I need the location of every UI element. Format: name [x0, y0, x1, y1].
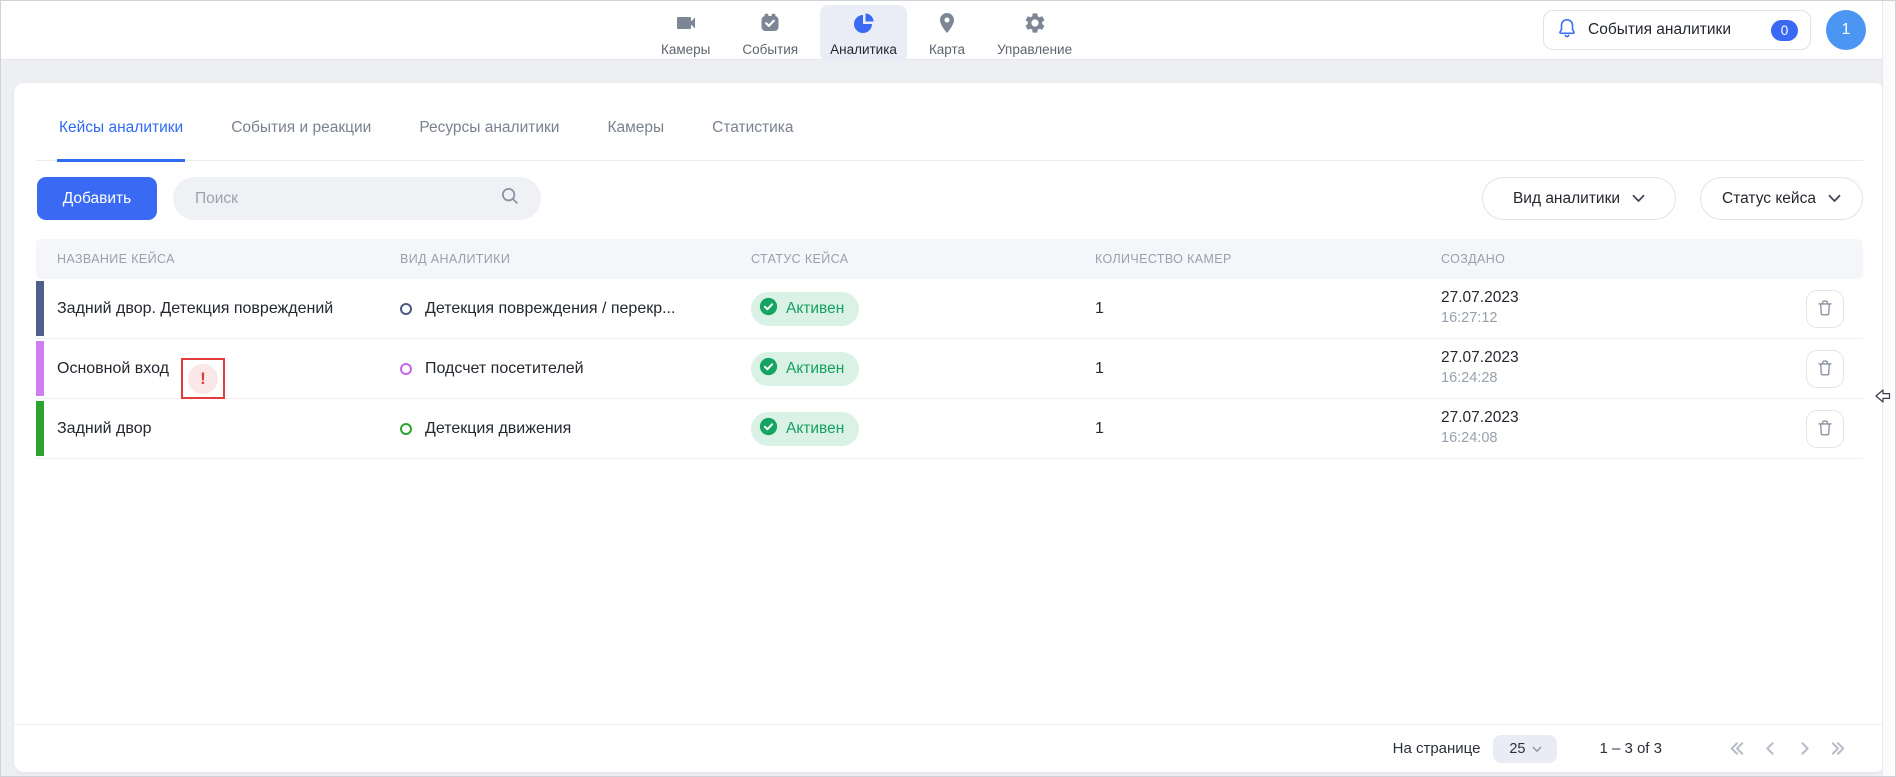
per-page-label: На странице	[1393, 740, 1481, 757]
table-row[interactable]: Задний двор. Детекция повреждений Детекц…	[36, 279, 1863, 339]
tab-statistics[interactable]: Статистика	[710, 109, 795, 162]
created-time: 16:24:08	[1441, 430, 1519, 446]
nav-label: Управление	[997, 42, 1072, 57]
alert-highlight-box: !	[181, 358, 225, 399]
tab-analytics-resources[interactable]: Ресурсы аналитики	[417, 109, 561, 162]
bell-icon	[1556, 17, 1578, 44]
trash-icon	[1814, 357, 1836, 382]
nav-item-events[interactable]: События	[732, 5, 808, 62]
prev-page-button[interactable]	[1758, 736, 1783, 761]
created-date: 27.07.2023	[1441, 409, 1519, 427]
analytics-type: Детекция движения	[425, 420, 571, 438]
nav-label: Карта	[929, 42, 965, 57]
pagination-controls	[1724, 736, 1851, 761]
events-button-label: События аналитики	[1588, 21, 1731, 39]
cursor-icon	[1875, 389, 1891, 408]
case-name: Задний двор. Детекция повреждений	[57, 300, 333, 318]
first-page-button[interactable]	[1724, 736, 1749, 761]
chevron-down-icon	[1632, 190, 1645, 208]
case-color-bar	[36, 281, 44, 336]
created-time: 16:24:28	[1441, 370, 1519, 386]
column-header-created: СОЗДАНО	[1441, 252, 1505, 266]
status-badge: Активен	[751, 292, 859, 326]
created-cell: 27.07.2023 16:24:28	[1441, 349, 1519, 386]
camera-icon	[674, 11, 698, 40]
next-page-button[interactable]	[1792, 736, 1817, 761]
analytics-type-dot	[400, 423, 412, 435]
tab-events-reactions[interactable]: События и реакции	[229, 109, 373, 162]
created-date: 27.07.2023	[1441, 289, 1519, 307]
tab-bar: Кейсы аналитики События и реакции Ресурс…	[36, 109, 1863, 161]
nav-label: Камеры	[661, 42, 710, 57]
map-pin-icon	[935, 11, 959, 40]
table-header: НАЗВАНИЕ КЕЙСА ВИД АНАЛИТИКИ СТАТУС КЕЙС…	[36, 239, 1863, 279]
chevron-down-icon	[1828, 190, 1841, 208]
last-page-button[interactable]	[1826, 736, 1851, 761]
status-badge: Активен	[751, 412, 859, 446]
analytics-type-filter[interactable]: Вид аналитики	[1482, 177, 1676, 220]
created-date: 27.07.2023	[1441, 349, 1519, 367]
case-status-filter[interactable]: Статус кейса	[1700, 177, 1863, 220]
events-icon	[758, 11, 782, 40]
status-badge: Активен	[751, 352, 859, 386]
camera-count: 1	[1095, 360, 1104, 378]
delete-case-button[interactable]	[1806, 350, 1844, 388]
gear-icon	[1023, 11, 1047, 40]
nav-label: Аналитика	[830, 42, 897, 57]
case-name: Основной вход	[57, 360, 169, 378]
main-nav: Камеры События	[651, 5, 1082, 62]
nav-item-management[interactable]: Управление	[987, 5, 1082, 62]
nav-label: События	[742, 42, 798, 57]
created-cell: 27.07.2023 16:27:12	[1441, 289, 1519, 326]
column-header-status: СТАТУС КЕЙСА	[751, 252, 848, 266]
case-color-bar	[36, 341, 44, 396]
column-header-name: НАЗВАНИЕ КЕЙСА	[57, 252, 175, 266]
warning-icon: !	[188, 364, 218, 394]
check-circle-icon	[759, 417, 778, 441]
case-name: Задний двор	[57, 420, 152, 438]
content-card: Кейсы аналитики События и реакции Ресурс…	[14, 83, 1885, 772]
column-header-type: ВИД АНАЛИТИКИ	[400, 252, 510, 266]
camera-count: 1	[1095, 420, 1104, 438]
case-color-bar	[36, 401, 44, 456]
table-body: Задний двор. Детекция повреждений Детекц…	[36, 279, 1863, 459]
per-page-select[interactable]: 25	[1493, 735, 1557, 763]
tab-cameras[interactable]: Камеры	[605, 109, 666, 162]
camera-count: 1	[1095, 300, 1104, 318]
pagination-range: 1 – 3 of 3	[1599, 740, 1662, 757]
analytics-type-dot	[400, 363, 412, 375]
analytics-type-dot	[400, 303, 412, 315]
avatar[interactable]: 1	[1826, 10, 1866, 50]
table-row[interactable]: Основной вход ! Подсчет посетителей Акти…	[36, 339, 1863, 399]
table-footer: На странице 25 1 – 3 of 3	[14, 724, 1885, 772]
check-circle-icon	[759, 357, 778, 381]
trash-icon	[1814, 297, 1836, 322]
search-box[interactable]	[173, 177, 541, 220]
tab-analytics-cases[interactable]: Кейсы аналитики	[57, 109, 185, 162]
delete-case-button[interactable]	[1806, 290, 1844, 328]
chevron-down-icon	[1532, 741, 1542, 757]
nav-item-analytics[interactable]: Аналитика	[820, 5, 907, 62]
analytics-type: Детекция повреждения / перекр...	[425, 300, 675, 318]
trash-icon	[1814, 417, 1836, 442]
analytics-events-button[interactable]: События аналитики 0	[1543, 10, 1811, 50]
analytics-icon	[852, 11, 876, 40]
search-icon	[499, 185, 521, 212]
nav-item-cameras[interactable]: Камеры	[651, 5, 720, 62]
nav-item-map[interactable]: Карта	[919, 5, 975, 62]
column-header-cameras: КОЛИЧЕСТВО КАМЕР	[1095, 252, 1232, 266]
search-input[interactable]	[195, 190, 499, 208]
events-count-badge: 0	[1771, 20, 1798, 41]
analytics-type: Подсчет посетителей	[425, 360, 584, 378]
created-time: 16:27:12	[1441, 310, 1519, 326]
check-circle-icon	[759, 297, 778, 321]
add-case-button[interactable]: Добавить	[37, 177, 157, 220]
created-cell: 27.07.2023 16:24:08	[1441, 409, 1519, 446]
delete-case-button[interactable]	[1806, 410, 1844, 448]
top-navigation-bar: Камеры События	[1, 1, 1895, 60]
analytics-cases-screen: Камеры События	[0, 0, 1896, 777]
table-row[interactable]: Задний двор Детекция движения Активен 1 …	[36, 399, 1863, 459]
